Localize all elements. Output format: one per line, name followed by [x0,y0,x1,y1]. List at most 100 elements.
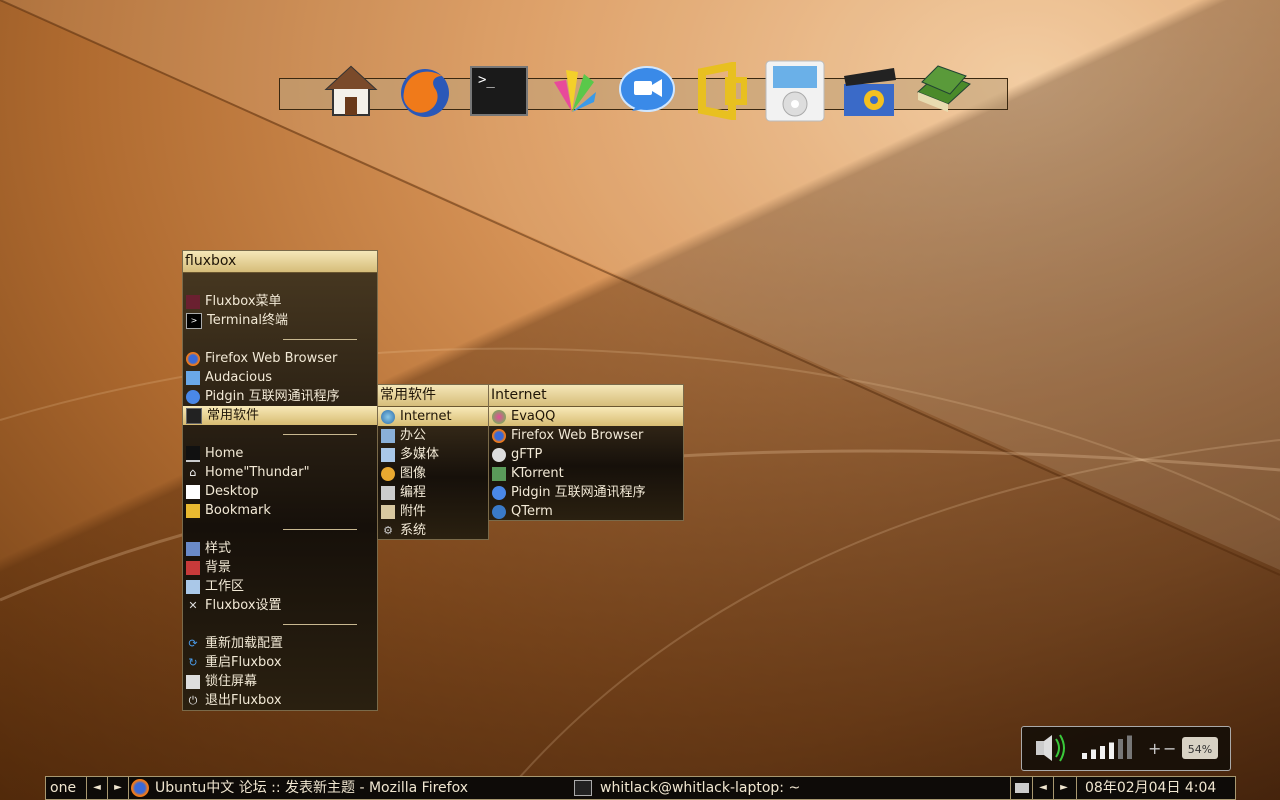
menu-item-fluxbox-settings[interactable]: ✕ Fluxbox设置 [183,596,377,615]
menu-item-terminal[interactable]: > Terminal终端 [183,311,377,330]
volume-bar [1091,749,1096,759]
svg-text:>_: >_ [478,72,495,88]
volume-down-icon: − [1163,739,1176,758]
window-next-button[interactable]: ► [1053,777,1074,799]
submenu-item-firefox[interactable]: Firefox Web Browser [489,426,683,445]
task-terminal-label: whitlack@whitlack-laptop: ~ [600,780,801,796]
menu-item-exit-fluxbox[interactable]: ⏻ 退出Fluxbox [183,691,377,710]
menu-item-background[interactable]: 背景 [183,558,377,577]
task-terminal[interactable]: whitlack@whitlack-laptop: ~ [568,777,1008,799]
home-icon[interactable] [320,60,382,122]
submenu-item-ktorrent[interactable]: KTorrent [489,464,683,483]
menu-separator [183,330,377,349]
firefox-icon [131,779,149,797]
evaqq-icon [492,409,506,424]
globe-icon [381,409,395,424]
menu-item-lock-screen[interactable]: 锁住屏幕 [183,672,377,691]
system-icon: ⚙ [383,524,393,537]
submenu-item-image[interactable]: 图像 [378,464,488,483]
programming-icon [381,485,395,500]
volume-widget-graphics: + − 54% [1036,734,1218,762]
submenu-item-qterm[interactable]: QTerm [489,502,683,521]
internet-submenu-title: Internet [489,385,683,407]
taskbar: one ◄ ► Ubuntu中文 论坛 :: 发表新主题 - Mozilla F… [45,776,1236,800]
menu-item-firefox[interactable]: Firefox Web Browser [183,349,377,368]
submenu-item-programming[interactable]: 编程 [378,483,488,502]
firefox-icon [186,351,200,366]
window-prev-button[interactable]: ◄ [1032,777,1053,799]
menu-item-restart-fluxbox[interactable]: ↻ 重启Fluxbox [183,653,377,672]
reload-icon: ⟳ [188,637,198,650]
volume-bar [1118,739,1123,759]
menu-item-bookmark[interactable]: Bookmark [183,501,377,520]
submenu-item-internet[interactable]: Internet [378,407,488,426]
menu-separator [183,615,377,634]
submenu-item-gftp[interactable]: gFTP [489,445,683,464]
office-icon [381,428,395,443]
task-firefox[interactable]: Ubuntu中文 论坛 :: 发表新主题 - Mozilla Firefox [128,777,569,799]
power-icon: ⏻ [188,694,198,707]
gftp-icon [492,447,506,462]
menu-item-audacious[interactable]: Audacious [183,368,377,387]
menu-item-pidgin[interactable]: Pidgin 互联网通讯程序 [183,387,377,406]
volume-bar [1100,746,1105,759]
terminal-icon[interactable]: >_ [468,60,530,122]
apps-submenu-title: 常用软件 [378,385,488,407]
monitor-icon [186,445,200,462]
submenu-item-pidgin[interactable]: Pidgin 互联网通讯程序 [489,483,683,502]
workspace-prev-button[interactable]: ◄ [86,777,107,799]
volume-bar [1127,735,1132,759]
apps-submenu: 常用软件 Internet 办公 多媒体 图像 编程 附件 ⚙ 系统 [377,384,489,540]
menu-item-workspace[interactable]: 工作区 [183,577,377,596]
menu-item-desktop[interactable]: Desktop [183,482,377,501]
firefox-icon [492,428,506,443]
dock: >_ [320,60,974,122]
apps-icon [186,407,202,424]
office-icon[interactable] [690,60,752,122]
root-menu-title: fluxbox [183,251,377,273]
home-icon: ⌂ [189,466,197,479]
volume-up-icon: + [1148,739,1161,758]
volume-percent-label: 54% [1188,743,1212,756]
multimedia-icon [381,447,395,462]
accessories-icon [381,504,395,519]
clock: 08年02月04日 4:04 [1076,777,1234,799]
volume-level-bars [1082,735,1132,759]
style-icon [186,541,200,556]
menu-item-reload-config[interactable]: ⟳ 重新加载配置 [183,634,377,653]
workspace-icon [186,579,200,594]
video-chat-icon[interactable] [616,60,678,122]
internet-submenu: Internet EvaQQ Firefox Web Browser gFTP … [488,384,684,521]
menu-item-fluxbox-menu[interactable]: Fluxbox菜单 [183,292,377,311]
menu-item-home[interactable]: Home [183,444,377,463]
terminal-icon: > [186,312,202,329]
books-icon[interactable] [912,60,974,122]
submenu-item-accessories[interactable]: 附件 [378,502,488,521]
workspace-name[interactable]: one [50,777,86,799]
pidgin-icon [186,389,200,404]
terminal-icon [574,780,592,796]
pidgin-icon [492,485,506,500]
submenu-item-system[interactable]: ⚙ 系统 [378,521,488,540]
root-menu: fluxbox Fluxbox菜单 > Terminal终端 Firefox We… [182,250,378,711]
menu-item-home-thundar[interactable]: ⌂ Home"Thundar" [183,463,377,482]
speaker-icon [1036,734,1065,762]
ipod-icon[interactable] [764,60,826,122]
menu-separator [183,520,377,539]
draw-icon[interactable] [542,60,604,122]
firefox-icon[interactable] [394,60,456,122]
qterm-icon [492,504,506,519]
submenu-item-multimedia[interactable]: 多媒体 [378,445,488,464]
menu-item-style[interactable]: 样式 [183,539,377,558]
workspace-next-button[interactable]: ► [107,777,128,799]
restart-icon: ↻ [188,656,198,669]
volume-widget[interactable]: + − 54% [1021,726,1231,771]
menu-item-apps[interactable]: 常用软件 [183,406,377,425]
systray-icon[interactable] [1010,777,1033,799]
volume-bar [1109,742,1114,759]
clapperboard-icon[interactable] [838,60,900,122]
submenu-item-evaqq[interactable]: EvaQQ [489,407,683,426]
submenu-item-office[interactable]: 办公 [378,426,488,445]
ktorrent-icon [492,466,506,481]
desktop-icon [186,484,200,499]
